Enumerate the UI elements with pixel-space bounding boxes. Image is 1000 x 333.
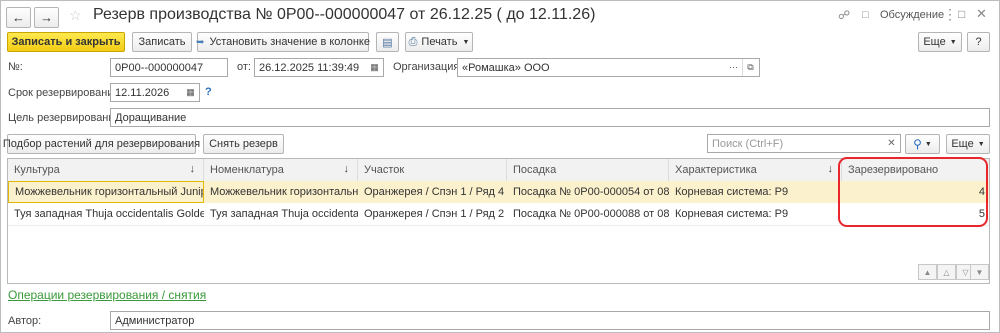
- sort-arrow-icon: ↓: [343, 163, 350, 175]
- arrow-left-icon: ←: [12, 10, 25, 25]
- reserve-deadline-field[interactable]: 12.11.2026 ▦: [110, 83, 200, 102]
- cell-plot[interactable]: Оранжерея / Спэн 1 / Ряд 4: [358, 181, 507, 203]
- back-button[interactable]: ←: [6, 7, 31, 28]
- table-more-button[interactable]: Еще ▼: [946, 134, 990, 154]
- organization-field[interactable]: «Ромашка» ООО ⋯ ⧉: [457, 58, 760, 77]
- set-value-icon: ➥: [196, 36, 205, 48]
- search-button[interactable]: ⚲ ▼: [905, 134, 940, 154]
- help-button[interactable]: ?: [967, 32, 990, 52]
- operations-link[interactable]: Операции резервирования / снятия: [8, 288, 206, 302]
- author-field[interactable]: Администратор: [110, 311, 990, 330]
- column-header-culture[interactable]: Культура ↓: [8, 159, 204, 181]
- reserve-deadline-value: 12.11.2026: [115, 86, 170, 99]
- cell-culture[interactable]: Можжевельник горизонтальный Junipe...: [8, 181, 204, 203]
- organization-label: Организация:: [393, 61, 463, 73]
- print-label: Печать: [421, 36, 458, 48]
- maximize-icon[interactable]: □: [958, 7, 965, 21]
- author-label: Автор:: [8, 315, 42, 327]
- cell-nomenclature[interactable]: Можжевельник горизонтальн...: [204, 181, 358, 203]
- chevron-down-icon: ▼: [949, 38, 957, 46]
- set-value-label: Установить значение в колонке: [209, 36, 370, 48]
- scroll-up-icon[interactable]: △: [937, 264, 956, 280]
- chevron-down-icon: ▼: [462, 38, 470, 46]
- highlight-box: [838, 157, 988, 227]
- printer-icon: ⎙: [408, 35, 418, 48]
- number-field[interactable]: 0Р00--000000047: [110, 58, 228, 77]
- open-icon[interactable]: ⧉: [742, 59, 758, 76]
- reserve-deadline-label: Срок резервирования:: [8, 87, 123, 99]
- dots-icon[interactable]: ⋯: [726, 59, 741, 76]
- window-title: Резерв производства № 0Р00--000000047 от…: [93, 6, 596, 23]
- documents-button[interactable]: ▤: [376, 32, 399, 52]
- calendar-icon[interactable]: ▦: [183, 84, 198, 101]
- discussion-icon: □: [862, 9, 869, 21]
- help-label: ?: [975, 36, 982, 48]
- scroll-first-icon[interactable]: ▲: [918, 264, 937, 280]
- column-header-nomenclature[interactable]: Номенклатура ↓: [204, 159, 358, 181]
- column-header-characteristic[interactable]: Характеристика ↓: [669, 159, 842, 181]
- search-icon: ⚲: [913, 137, 922, 151]
- clear-search-icon[interactable]: ✕: [884, 135, 899, 152]
- sort-arrow-icon: ↓: [827, 163, 834, 175]
- more-label: Еще: [923, 36, 946, 48]
- calendar-icon[interactable]: ▦: [367, 59, 382, 76]
- chevron-down-icon: ▼: [977, 140, 985, 148]
- discussion-button[interactable]: Обсуждение: [880, 9, 944, 21]
- forward-button[interactable]: →: [34, 7, 59, 28]
- link-icon[interactable]: ☍: [838, 8, 850, 22]
- cell-planting[interactable]: Посадка № 0Р00-000054 от 08....: [507, 181, 669, 203]
- cell-nomenclature[interactable]: Туя западная Thuja occidentali...: [204, 203, 358, 225]
- help-icon[interactable]: ?: [205, 86, 212, 98]
- sort-arrow-icon: ↓: [189, 163, 196, 175]
- select-plants-button[interactable]: Подбор растений для резервирования: [3, 134, 200, 154]
- search-input[interactable]: Поиск (Ctrl+F) ✕: [707, 134, 901, 153]
- date-field[interactable]: 26.12.2025 11:39:49 ▦: [254, 58, 384, 77]
- cell-plot[interactable]: Оранжерея / Спэн 1 / Ряд 2: [358, 203, 507, 225]
- more-button[interactable]: Еще ▼: [918, 32, 962, 52]
- cell-characteristic[interactable]: Корневая система: Р9: [669, 203, 842, 225]
- save-button[interactable]: Записать: [132, 32, 192, 52]
- close-icon[interactable]: ✕: [976, 6, 987, 22]
- documents-icon: ▤: [382, 36, 393, 49]
- more-vert-icon[interactable]: ⋮: [943, 6, 957, 23]
- scroll-last-icon[interactable]: ▼: [970, 264, 989, 280]
- remove-reserve-button[interactable]: Снять резерв: [203, 134, 284, 154]
- table-more-label: Еще: [951, 138, 974, 150]
- organization-value: «Ромашка» ООО: [462, 61, 550, 74]
- print-button[interactable]: ⎙ Печать ▼: [405, 32, 473, 52]
- chevron-down-icon: ▼: [924, 140, 932, 148]
- purpose-label: Цель резервирования:: [8, 112, 124, 124]
- cell-characteristic[interactable]: Корневая система: Р9: [669, 181, 842, 203]
- set-value-in-column-button[interactable]: ➥ Установить значение в колонке: [196, 32, 370, 52]
- purpose-field[interactable]: Доращивание: [110, 108, 990, 127]
- cell-planting[interactable]: Посадка № 0Р00-000088 от 08....: [507, 203, 669, 225]
- cell-culture[interactable]: Туя западная Thuja occidentalis Golden..…: [8, 203, 204, 225]
- column-header-plot[interactable]: Участок: [358, 159, 507, 181]
- arrow-right-icon: →: [40, 10, 53, 25]
- number-label: №:: [8, 61, 23, 73]
- star-icon[interactable]: ☆: [69, 7, 82, 24]
- save-close-button[interactable]: Записать и закрыть: [7, 32, 125, 52]
- date-label: от:: [237, 61, 251, 73]
- column-header-planting[interactable]: Посадка: [507, 159, 669, 181]
- search-placeholder: Поиск (Ctrl+F): [712, 137, 784, 150]
- date-value: 26.12.2025 11:39:49: [259, 61, 360, 74]
